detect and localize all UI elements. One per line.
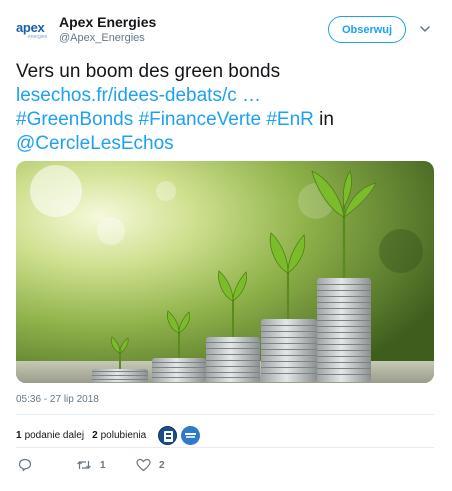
retweet-count: 1 xyxy=(100,459,106,471)
tweet-title: Vers un boom des green bonds xyxy=(16,61,281,82)
like-count: 2 xyxy=(159,459,165,471)
follow-button[interactable]: Obserwuj xyxy=(328,16,406,43)
tweet-stats: 1 podanie dalej 2 polubienia xyxy=(16,426,201,445)
tweet-text: Vers un boom des green bonds lesechos.fr… xyxy=(16,60,436,156)
tweet-timestamp[interactable]: 05:36 - 27 lip 2018 xyxy=(16,394,99,405)
tweet-mention[interactable]: @CercleLesEchos xyxy=(16,132,436,156)
like-button[interactable]: 2 xyxy=(136,458,165,472)
coins-plants-illustration xyxy=(16,161,434,383)
reply-icon xyxy=(18,458,32,472)
liker-avatar[interactable] xyxy=(158,426,178,445)
reply-button[interactable] xyxy=(18,458,40,472)
author-handle[interactable]: @Apex_Energies xyxy=(59,31,156,45)
tweet-image-coins-plants[interactable] xyxy=(16,161,434,383)
author-display-name[interactable]: Apex Energies xyxy=(59,13,156,31)
tweet-url-link[interactable]: lesechos.fr/idees-debats/c … xyxy=(16,84,436,108)
chevron-down-icon[interactable] xyxy=(419,23,431,35)
author-avatar[interactable]: apex énergies xyxy=(14,14,50,44)
retweet-button[interactable]: 1 xyxy=(76,458,106,472)
tweet-header: apex énergies Apex Energies @Apex_Energi… xyxy=(14,12,438,48)
likes-label: polubienia xyxy=(100,430,147,441)
retweets-stat[interactable]: 1 podanie dalej xyxy=(16,430,84,441)
tweet-hashtags[interactable]: #GreenBonds #FinanceVerte #EnR xyxy=(16,109,314,130)
author-names[interactable]: Apex Energies @Apex_Energies xyxy=(59,13,156,45)
retweet-icon xyxy=(77,461,91,469)
divider xyxy=(16,447,434,448)
retweets-label: podanie dalej xyxy=(24,430,85,441)
tweet-in-word: in xyxy=(313,109,334,130)
avatar-logo-text: apex xyxy=(16,20,45,35)
heart-icon xyxy=(136,458,151,472)
avatar-logo-subtext: énergies xyxy=(28,34,48,40)
divider xyxy=(16,414,434,415)
retweets-count: 1 xyxy=(16,430,22,441)
likes-count: 2 xyxy=(92,430,98,441)
likes-stat[interactable]: 2 polubienia xyxy=(92,430,146,441)
liker-avatar[interactable] xyxy=(181,426,201,445)
